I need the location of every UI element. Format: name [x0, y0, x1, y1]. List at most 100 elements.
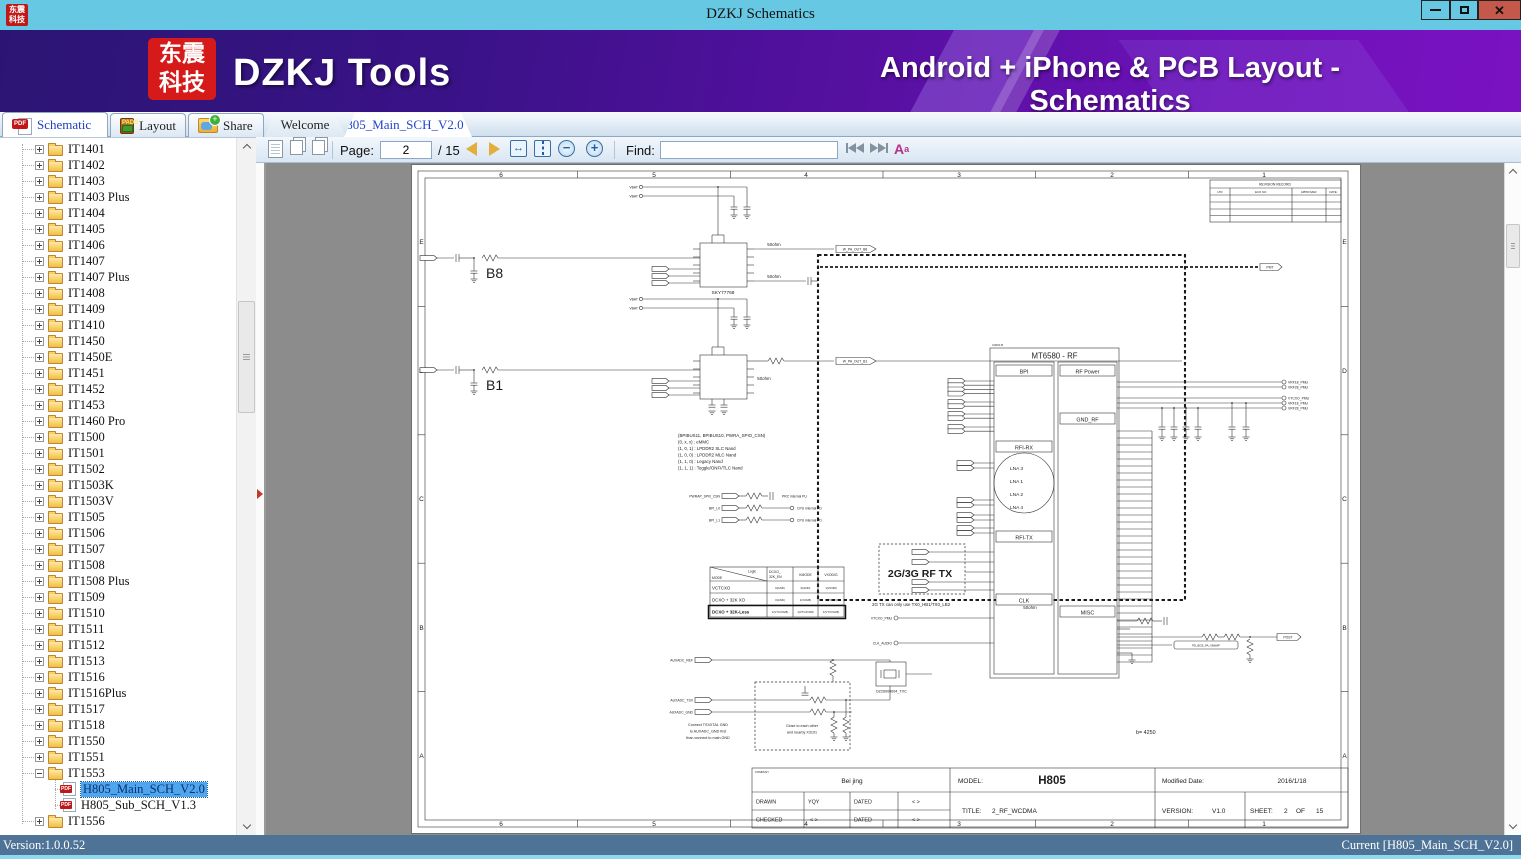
expand-plus-box[interactable] [35, 624, 44, 634]
tree-folder-row[interactable]: IT1450 [0, 333, 236, 349]
expand-plus-box[interactable] [35, 608, 44, 618]
tree-folder-row[interactable]: IT1450E [0, 349, 236, 365]
expand-plus-box[interactable] [35, 320, 44, 330]
tree-folder-row[interactable]: IT1506 [0, 525, 236, 541]
collapse-minus-box[interactable] [35, 768, 44, 778]
next-page-button[interactable] [489, 142, 500, 156]
tab-close-icon[interactable]: ✕ [470, 119, 480, 132]
maximize-button[interactable] [1450, 0, 1478, 20]
tree-folder-row-expanded[interactable]: IT1553 [0, 765, 236, 781]
tree-folder-row[interactable]: IT1556 [0, 813, 236, 829]
viewer-scrollbar[interactable] [1504, 163, 1521, 835]
expand-plus-box[interactable] [35, 304, 44, 314]
page-number-input[interactable] [380, 141, 432, 159]
tree-folder-row[interactable]: IT1401 [0, 141, 236, 157]
tree-file-row[interactable]: H805_Sub_SCH_V1.3 [0, 797, 236, 813]
expand-plus-box[interactable] [35, 240, 44, 250]
snapshot-button[interactable] [312, 140, 325, 155]
tree-folder-row[interactable]: IT1509 [0, 589, 236, 605]
expand-plus-box[interactable] [35, 480, 44, 490]
expand-plus-box[interactable] [35, 256, 44, 266]
tree-folder-row[interactable]: IT1452 [0, 381, 236, 397]
fit-width-button[interactable]: ↔ [510, 140, 527, 157]
scroll-down-button[interactable] [1505, 818, 1521, 835]
tree-scrollbar[interactable] [236, 138, 256, 835]
tree-folder-row[interactable]: IT1508 [0, 557, 236, 573]
tree-folder-row[interactable]: IT1505 [0, 509, 236, 525]
tree-folder-row[interactable]: IT1512 [0, 637, 236, 653]
expand-plus-box[interactable] [35, 448, 44, 458]
tree-folder-row[interactable]: IT1460 Pro [0, 413, 236, 429]
fit-page-button[interactable] [534, 140, 551, 157]
expand-plus-box[interactable] [35, 544, 44, 554]
tree-folder-row[interactable]: IT1507 [0, 541, 236, 557]
find-input[interactable] [660, 141, 838, 159]
tree-folder-row[interactable]: IT1513 [0, 653, 236, 669]
scroll-up-button[interactable] [237, 138, 256, 155]
match-case-button[interactable]: Aa [894, 141, 909, 157]
expand-plus-box[interactable] [35, 816, 44, 826]
expand-plus-box[interactable] [35, 560, 44, 570]
expand-plus-box[interactable] [35, 416, 44, 426]
tree-folder-row[interactable]: IT1403 [0, 173, 236, 189]
expand-plus-box[interactable] [35, 672, 44, 682]
expand-plus-box[interactable] [35, 704, 44, 714]
tree-folder-row[interactable]: IT1510 [0, 605, 236, 621]
expand-plus-box[interactable] [35, 352, 44, 362]
copy-page-button[interactable] [290, 140, 303, 155]
tree-folder-row[interactable]: IT1406 [0, 237, 236, 253]
expand-plus-box[interactable] [35, 752, 44, 762]
tree-folder-row[interactable]: IT1501 [0, 445, 236, 461]
doc-tab-h805-main[interactable]: H805_Main_SCH_V2.0 ✕ [344, 113, 472, 137]
tree-folder-row[interactable]: IT1453 [0, 397, 236, 413]
tree-folder-row[interactable]: IT1551 [0, 749, 236, 765]
panel-splitter[interactable] [256, 163, 266, 835]
tree-folder-row[interactable]: IT1503K [0, 477, 236, 493]
expand-plus-box[interactable] [35, 336, 44, 346]
zoom-in-button[interactable]: + [586, 140, 603, 157]
tab-schematic[interactable]: Schematic [2, 112, 108, 137]
minimize-button[interactable] [1421, 0, 1450, 20]
expand-plus-box[interactable] [35, 368, 44, 378]
doc-tab-welcome[interactable]: Welcome [264, 113, 346, 137]
zoom-out-button[interactable]: − [558, 140, 575, 157]
tree-folder-row[interactable]: IT1409 [0, 301, 236, 317]
expand-plus-box[interactable] [35, 208, 44, 218]
expand-plus-box[interactable] [35, 288, 44, 298]
expand-plus-box[interactable] [35, 384, 44, 394]
scroll-down-button[interactable] [237, 818, 256, 835]
expand-plus-box[interactable] [35, 464, 44, 474]
tree-folder-row[interactable]: IT1511 [0, 621, 236, 637]
scroll-up-button[interactable] [1505, 163, 1521, 180]
find-next-button[interactable] [870, 143, 888, 153]
schematic-page[interactable]: 654321 654321 EDCBA EDCBA REVISION RECOR… [411, 164, 1361, 834]
tree-folder-row[interactable]: IT1516Plus [0, 685, 236, 701]
tree-folder-row[interactable]: IT1403 Plus [0, 189, 236, 205]
viewer-scrollbar-thumb[interactable] [1506, 224, 1520, 268]
tree-file-row-selected[interactable]: H805_Main_SCH_V2.0 [0, 780, 236, 798]
tree-folder-row[interactable]: IT1503V [0, 493, 236, 509]
tree-folder-row[interactable]: IT1518 [0, 717, 236, 733]
tree-folder-row[interactable]: IT1508 Plus [0, 573, 236, 589]
tree-folder-row[interactable]: IT1516 [0, 669, 236, 685]
expand-plus-box[interactable] [35, 640, 44, 650]
tree-folder-row[interactable]: IT1502 [0, 461, 236, 477]
tree-folder-row[interactable]: IT1404 [0, 205, 236, 221]
close-button[interactable]: ✕ [1478, 0, 1521, 20]
tree-folder-row[interactable]: IT1405 [0, 221, 236, 237]
expand-plus-box[interactable] [35, 192, 44, 202]
single-page-button[interactable] [268, 140, 283, 158]
tree-scrollbar-thumb[interactable] [238, 301, 255, 413]
expand-plus-box[interactable] [35, 512, 44, 522]
tree-folder-row[interactable]: IT1407 [0, 253, 236, 269]
expand-plus-box[interactable] [35, 160, 44, 170]
expand-plus-box[interactable] [35, 496, 44, 506]
expand-plus-box[interactable] [35, 144, 44, 154]
tree-folder-row[interactable]: IT1500 [0, 429, 236, 445]
tab-share[interactable]: Share [188, 113, 264, 137]
schematic-viewer[interactable]: 654321 654321 EDCBA EDCBA REVISION RECOR… [266, 163, 1521, 835]
expand-plus-box[interactable] [35, 656, 44, 666]
tree-folder-row[interactable]: IT1451 [0, 365, 236, 381]
tree-folder-row[interactable]: IT1410 [0, 317, 236, 333]
expand-plus-box[interactable] [35, 400, 44, 410]
